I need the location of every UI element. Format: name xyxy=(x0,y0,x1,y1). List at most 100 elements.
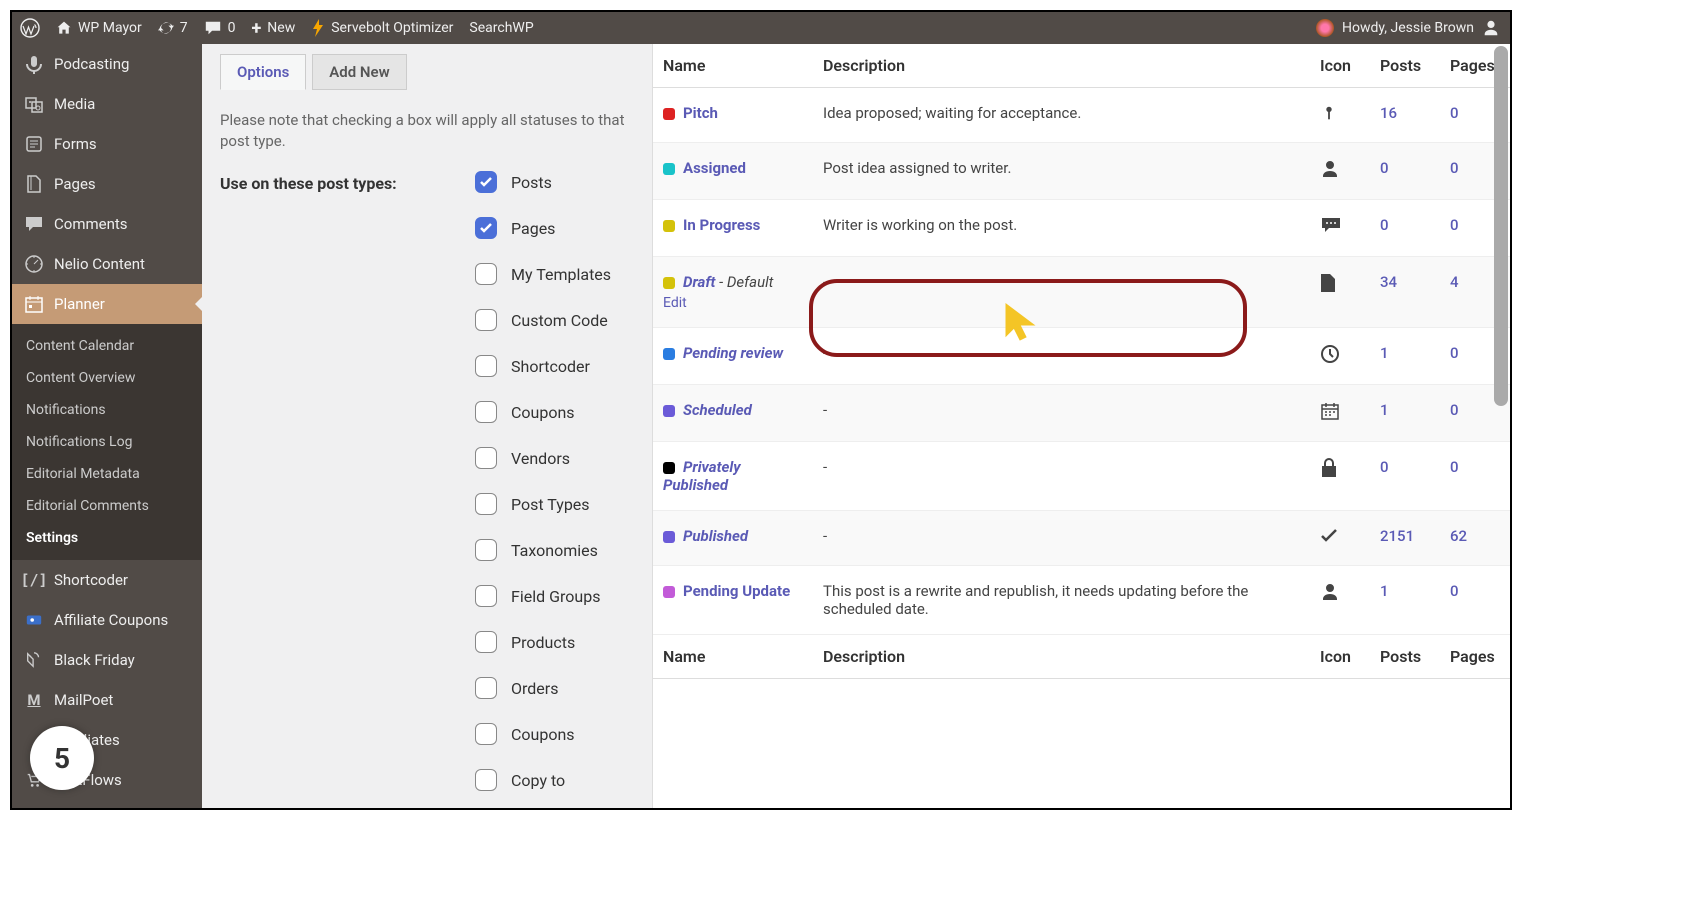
pages-count[interactable]: 0 xyxy=(1450,458,1459,476)
menu-pages[interactable]: Pages xyxy=(12,164,202,204)
th-icon[interactable]: Icon xyxy=(1310,44,1370,88)
scrollbar[interactable] xyxy=(1494,46,1508,406)
submenu-editorial-comments[interactable]: Editorial Comments xyxy=(12,490,202,522)
status-name-link[interactable]: Published xyxy=(683,527,748,545)
status-row[interactable]: Pending Update This post is a rewrite an… xyxy=(653,566,1510,635)
post-type-row[interactable]: Pages xyxy=(475,217,634,239)
menu-forms[interactable]: Forms xyxy=(12,124,202,164)
post-type-row[interactable]: Taxonomies xyxy=(475,539,634,561)
submenu-notifications[interactable]: Notifications xyxy=(12,394,202,426)
posts-count[interactable]: 2151 xyxy=(1380,527,1414,545)
checkbox[interactable] xyxy=(475,263,497,285)
user-icon[interactable] xyxy=(1482,19,1500,37)
menu-mailpoet[interactable]: MMailPoet xyxy=(12,680,202,720)
status-row[interactable]: Scheduled - 1 0 xyxy=(653,385,1510,442)
pages-count[interactable]: 0 xyxy=(1450,104,1459,122)
checkbox[interactable] xyxy=(475,585,497,607)
post-type-row[interactable]: Coupons xyxy=(475,723,634,745)
submenu-notifications-log[interactable]: Notifications Log xyxy=(12,426,202,458)
post-type-row[interactable]: Copy to xyxy=(475,769,634,791)
posts-count[interactable]: 34 xyxy=(1380,273,1397,291)
checkbox[interactable] xyxy=(475,401,497,423)
posts-count[interactable]: 1 xyxy=(1380,344,1389,362)
edit-link[interactable]: Edit xyxy=(663,295,687,311)
th-description[interactable]: Description xyxy=(813,44,1310,88)
tf-name[interactable]: Name xyxy=(653,635,813,679)
post-type-row[interactable]: Posts xyxy=(475,171,634,193)
menu-shortcoder[interactable]: [/]Shortcoder xyxy=(12,560,202,600)
checkbox[interactable] xyxy=(475,769,497,791)
pages-count[interactable]: 62 xyxy=(1450,527,1467,545)
submenu-content-calendar[interactable]: Content Calendar xyxy=(12,330,202,362)
post-type-row[interactable]: Field Groups xyxy=(475,585,634,607)
post-type-row[interactable]: Post Types xyxy=(475,493,634,515)
tf-pages[interactable]: Pages xyxy=(1440,635,1510,679)
searchwp[interactable]: SearchWP xyxy=(461,12,541,44)
menu-comments[interactable]: Comments xyxy=(12,204,202,244)
wp-logo[interactable] xyxy=(12,12,48,44)
menu-affiliate-coupons[interactable]: Affiliate Coupons xyxy=(12,600,202,640)
posts-count[interactable]: 0 xyxy=(1380,216,1389,234)
menu-planner[interactable]: Planner xyxy=(12,284,202,324)
th-posts[interactable]: Posts xyxy=(1370,44,1440,88)
pages-count[interactable]: 0 xyxy=(1450,582,1459,600)
status-row[interactable]: Pitch Idea proposed; waiting for accepta… xyxy=(653,88,1510,143)
checkbox[interactable] xyxy=(475,631,497,653)
status-name-link[interactable]: Pitch xyxy=(683,104,718,122)
menu-podcasting[interactable]: Podcasting xyxy=(12,44,202,84)
posts-count[interactable]: 1 xyxy=(1380,401,1389,419)
posts-count[interactable]: 16 xyxy=(1380,104,1397,122)
howdy[interactable]: Howdy, Jessie Brown xyxy=(1342,20,1474,36)
th-name[interactable]: Name xyxy=(653,44,813,88)
checkbox[interactable] xyxy=(475,723,497,745)
menu-media[interactable]: Media xyxy=(12,84,202,124)
checkbox[interactable] xyxy=(475,677,497,699)
status-row[interactable]: Pending review - 1 0 xyxy=(653,328,1510,385)
checkbox[interactable] xyxy=(475,217,497,239)
post-type-row[interactable]: My Templates xyxy=(475,263,634,285)
new-content[interactable]: + New xyxy=(243,12,303,44)
tab-add-new[interactable]: Add New xyxy=(312,54,406,90)
tab-options[interactable]: Options xyxy=(220,54,306,90)
posts-count[interactable]: 1 xyxy=(1380,582,1389,600)
status-name-link[interactable]: Pending review xyxy=(683,344,783,362)
post-type-row[interactable]: Shortcoder xyxy=(475,355,634,377)
tf-description[interactable]: Description xyxy=(813,635,1310,679)
status-row[interactable]: Draft - DefaultEdit - 34 4 xyxy=(653,257,1510,328)
menu-black-friday[interactable]: Black Friday xyxy=(12,640,202,680)
pages-count[interactable]: 0 xyxy=(1450,159,1459,177)
avatar-small[interactable] xyxy=(1316,19,1334,37)
checkbox[interactable] xyxy=(475,493,497,515)
checkbox[interactable] xyxy=(475,355,497,377)
post-type-row[interactable]: Vendors xyxy=(475,447,634,469)
posts-count[interactable]: 0 xyxy=(1380,159,1389,177)
pages-count[interactable]: 0 xyxy=(1450,401,1459,419)
pages-count[interactable]: 0 xyxy=(1450,216,1459,234)
status-name-link[interactable]: In Progress xyxy=(683,216,760,234)
updates[interactable]: 7 xyxy=(150,12,196,44)
checkbox[interactable] xyxy=(475,447,497,469)
submenu-content-overview[interactable]: Content Overview xyxy=(12,362,202,394)
status-row[interactable]: In Progress Writer is working on the pos… xyxy=(653,200,1510,257)
submenu-editorial-metadata[interactable]: Editorial Metadata xyxy=(12,458,202,490)
tf-posts[interactable]: Posts xyxy=(1370,635,1440,679)
post-type-row[interactable]: Custom Code xyxy=(475,309,634,331)
checkbox[interactable] xyxy=(475,171,497,193)
post-type-row[interactable]: Products xyxy=(475,631,634,653)
servebolt[interactable]: Servebolt Optimizer xyxy=(303,12,461,44)
status-name-link[interactable]: Scheduled xyxy=(683,401,752,419)
status-row[interactable]: Published - 2151 62 xyxy=(653,511,1510,566)
status-name-link[interactable]: Assigned xyxy=(683,159,746,177)
pages-count[interactable]: 0 xyxy=(1450,344,1459,362)
pages-count[interactable]: 4 xyxy=(1450,273,1459,291)
site-name[interactable]: WP Mayor xyxy=(48,12,150,44)
checkbox[interactable] xyxy=(475,539,497,561)
menu-nelio[interactable]: Nelio Content xyxy=(12,244,202,284)
status-row[interactable]: Assigned Post idea assigned to writer. 0… xyxy=(653,143,1510,200)
status-row[interactable]: Privately Published - 0 0 xyxy=(653,442,1510,511)
posts-count[interactable]: 0 xyxy=(1380,458,1389,476)
status-name-link[interactable]: Draft xyxy=(683,273,715,291)
submenu-settings[interactable]: Settings xyxy=(12,522,202,554)
comments-count[interactable]: 0 xyxy=(196,12,244,44)
post-type-row[interactable]: Coupons xyxy=(475,401,634,423)
